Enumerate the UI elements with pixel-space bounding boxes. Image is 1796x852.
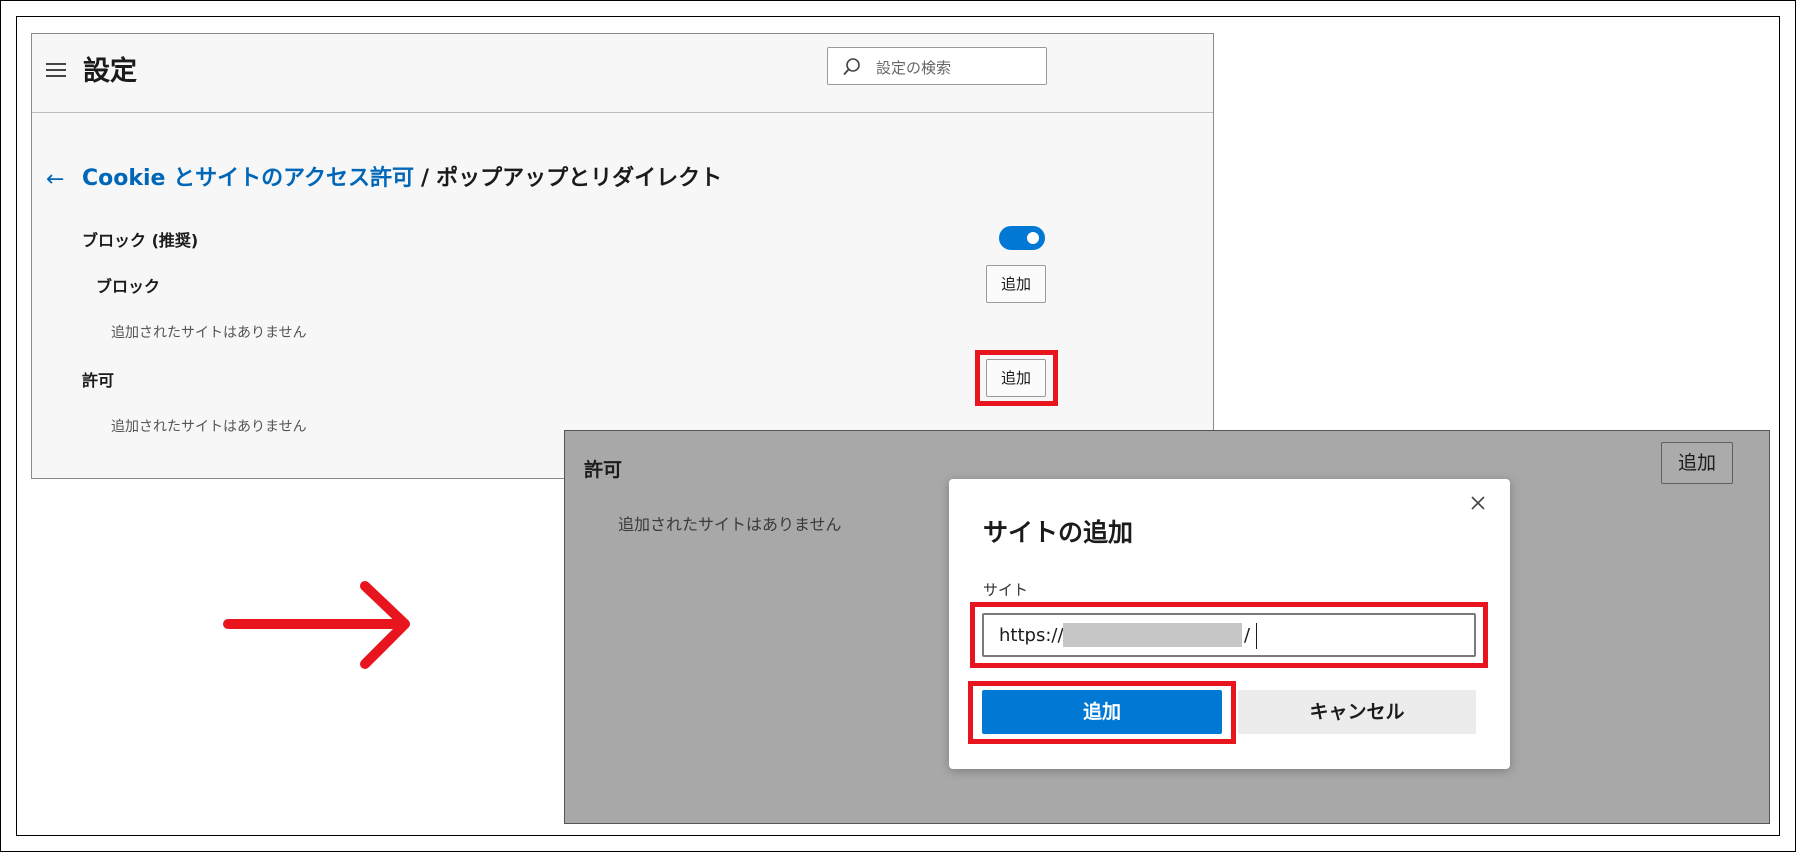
dimmed-add-button: 追加	[1661, 442, 1733, 484]
block-recommended-label: ブロック (推奨)	[82, 231, 199, 250]
site-input-highlight	[970, 602, 1488, 668]
add-site-dialog: サイトの追加 サイト https:// / 追加 キャンセル	[949, 479, 1510, 769]
block-empty-message: 追加されたサイトはありません	[111, 325, 307, 341]
right-arrow-icon	[223, 581, 410, 669]
allow-section-label: 許可	[82, 371, 115, 390]
dimmed-allow-label: 許可	[584, 459, 623, 481]
toggle-knob	[1027, 232, 1039, 244]
search-placeholder: 設定の検索	[876, 59, 952, 77]
dimmed-empty-message: 追加されたサイトはありません	[618, 515, 842, 534]
breadcrumb: ← Cookie とサイトのアクセス許可 / ポップアップとリダイレクト	[46, 160, 722, 192]
allow-add-highlight	[975, 350, 1058, 406]
block-section-label: ブロック	[96, 277, 161, 296]
site-field-label: サイト	[983, 581, 1029, 599]
cancel-button[interactable]: キャンセル	[1238, 690, 1476, 734]
search-input[interactable]: 設定の検索	[827, 47, 1047, 85]
breadcrumb-current: ポップアップとリダイレクト	[436, 166, 723, 191]
block-add-button[interactable]: 追加	[986, 265, 1046, 303]
settings-header: 設定 設定の検索	[32, 34, 1213, 113]
dialog-title: サイトの追加	[983, 518, 1134, 547]
breadcrumb-separator: /	[421, 166, 430, 191]
block-toggle[interactable]	[999, 226, 1045, 250]
breadcrumb-link-cookies[interactable]: Cookie とサイトのアクセス許可	[82, 166, 414, 191]
search-icon	[843, 58, 860, 76]
close-icon[interactable]	[1469, 494, 1487, 512]
back-arrow-icon[interactable]: ←	[46, 167, 68, 192]
page-title: 設定	[83, 56, 137, 87]
add-button-highlight	[968, 681, 1236, 744]
settings-window: 設定 設定の検索 ← Cookie とサイトのアクセス許可 / ポップアップとリダ…	[31, 33, 1214, 479]
allow-empty-message: 追加されたサイトはありません	[111, 419, 307, 435]
hamburger-menu-icon[interactable]	[46, 63, 66, 77]
